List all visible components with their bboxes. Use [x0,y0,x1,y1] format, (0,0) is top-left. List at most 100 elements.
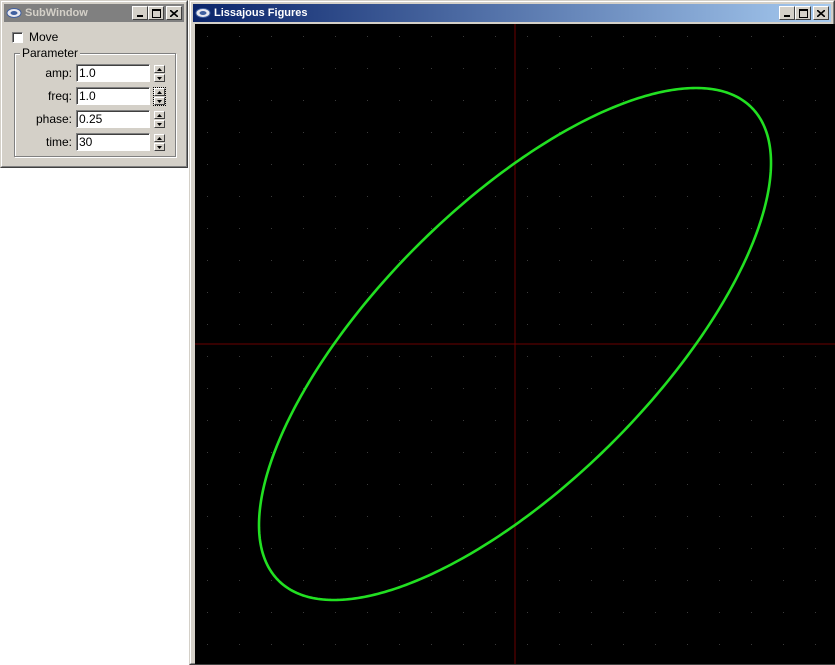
grid-dot [783,324,784,325]
minimize-button[interactable] [779,6,795,20]
grid-dot [815,484,816,485]
grid-dot [623,580,624,581]
grid-dot [527,292,528,293]
lissajous-title: Lissajous Figures [214,7,308,19]
grid-dot [751,516,752,517]
grid-dot [495,612,496,613]
grid-dot [271,132,272,133]
grid-dot [623,644,624,645]
grid-dot [591,644,592,645]
grid-dot [463,452,464,453]
lissajous-canvas[interactable] [195,24,835,664]
maximize-button[interactable] [148,6,164,20]
grid-dot [399,388,400,389]
grid-dot [271,164,272,165]
amp-spin-up[interactable] [154,65,165,73]
grid-dot [271,612,272,613]
parameter-group-label: Parameter [20,46,81,60]
grid-dot [367,644,368,645]
time-input[interactable] [76,133,150,151]
grid-dot [399,580,400,581]
freq-input[interactable] [76,87,150,105]
grid-dot [527,644,528,645]
move-checkbox[interactable] [12,31,23,43]
minimize-icon [137,14,143,17]
grid-dot [687,100,688,101]
maximize-button[interactable] [795,6,811,20]
grid-dot [687,452,688,453]
grid-dot [495,132,496,133]
grid-dot [303,292,304,293]
grid-dot [463,100,464,101]
grid-dot [399,452,400,453]
grid-dot [367,36,368,37]
grid-dot [783,356,784,357]
grid-dot [687,164,688,165]
grid-dot [367,612,368,613]
grid-dot [783,420,784,421]
grid-dot [463,228,464,229]
grid-dot [335,644,336,645]
grid-dot [527,548,528,549]
grid-dot [655,196,656,197]
grid-dot [559,196,560,197]
grid-dot [271,292,272,293]
close-button[interactable] [813,6,829,20]
move-checkbox-row[interactable]: Move [12,30,58,44]
grid-dot [783,132,784,133]
grid-dot [783,644,784,645]
grid-dot [335,132,336,133]
grid-dot [463,292,464,293]
grid-dot [239,228,240,229]
freq-spin-up[interactable] [154,88,165,96]
grid-dot [783,228,784,229]
grid-dot [591,580,592,581]
freq-spin-down[interactable] [154,97,165,105]
app-icon [6,7,22,19]
phase-spinner[interactable] [154,111,165,128]
grid-dot [527,164,528,165]
grid-dot [751,132,752,133]
grid-dot [207,292,208,293]
grid-dot [335,580,336,581]
grid-dot [367,388,368,389]
grid-dot [591,452,592,453]
amp-input[interactable] [76,64,150,82]
lissajous-frame: Lissajous Figures [190,1,835,664]
phase-input[interactable] [76,110,150,128]
subwindow-titlebar[interactable]: SubWindow [4,4,184,22]
time-spin-down[interactable] [154,143,165,151]
grid-dot [719,196,720,197]
grid-dot [751,228,752,229]
lissajous-titlebar[interactable]: Lissajous Figures [193,4,831,22]
amp-spinner[interactable] [154,65,165,82]
grid-dot [495,644,496,645]
grid-dot [463,68,464,69]
grid-dot [559,100,560,101]
subwindow-frame: SubWindow Move Parameter amp: 1.0 freq: … [1,1,187,167]
minimize-icon [784,14,790,17]
amp-spin-down[interactable] [154,74,165,82]
grid-dot [367,100,368,101]
grid-dot [303,548,304,549]
close-button[interactable] [166,6,182,20]
time-spinner[interactable] [154,134,165,151]
grid-dot [559,388,560,389]
minimize-button[interactable] [132,6,148,20]
maximize-icon [798,8,808,18]
lissajous-window: Lissajous Figures [189,0,835,665]
grid-dot [239,516,240,517]
grid-dot [687,36,688,37]
grid-dot [559,644,560,645]
grid-dot [207,196,208,197]
grid-dot [559,612,560,613]
grid-dot [303,100,304,101]
freq-spinner[interactable] [153,87,166,106]
grid-dot [815,420,816,421]
phase-spin-down[interactable] [154,120,165,128]
grid-dot [751,548,752,549]
phase-spin-up[interactable] [154,111,165,119]
time-spin-up[interactable] [154,134,165,142]
grid-dot [431,164,432,165]
grid-dot [335,388,336,389]
